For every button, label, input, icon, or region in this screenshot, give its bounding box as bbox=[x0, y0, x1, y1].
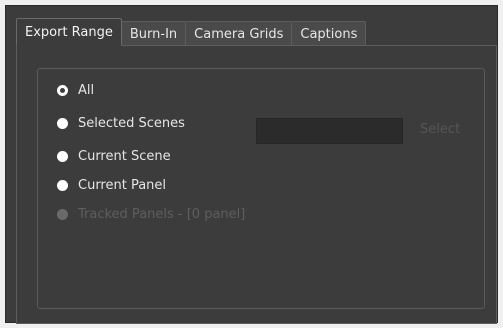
radio-tracked-panels-label: Tracked Panels - [0 panel] bbox=[78, 207, 246, 222]
radio-all[interactable]: All bbox=[57, 83, 94, 98]
radio-selected-scenes[interactable]: Selected Scenes bbox=[57, 116, 185, 131]
radio-current-panel-label: Current Panel bbox=[78, 178, 167, 193]
radio-current-panel[interactable]: Current Panel bbox=[57, 178, 166, 193]
selected-scenes-field[interactable] bbox=[256, 118, 403, 144]
radio-disabled-icon bbox=[57, 209, 68, 220]
radio-selected-scenes-label: Selected Scenes bbox=[78, 116, 185, 131]
range-group-box: All Selected Scenes Select Current Scene… bbox=[37, 68, 485, 309]
radio-unchecked-icon bbox=[57, 180, 68, 191]
select-button[interactable]: Select bbox=[420, 122, 460, 137]
radio-unchecked-icon bbox=[57, 151, 68, 162]
tab-bar: Export Range Burn-In Camera Grids Captio… bbox=[16, 18, 367, 46]
tab-captions[interactable]: Captions bbox=[291, 21, 367, 46]
dialog-body: Export Range Burn-In Camera Grids Captio… bbox=[5, 5, 498, 324]
radio-unchecked-icon bbox=[57, 118, 68, 129]
radio-all-label: All bbox=[78, 83, 95, 98]
tab-export-range[interactable]: Export Range bbox=[16, 18, 122, 46]
tab-camera-grids[interactable]: Camera Grids bbox=[185, 21, 293, 46]
radio-checked-icon bbox=[57, 85, 68, 96]
radio-tracked-panels[interactable]: Tracked Panels - [0 panel] bbox=[57, 207, 245, 222]
radio-current-scene[interactable]: Current Scene bbox=[57, 149, 171, 164]
export-range-panel: All Selected Scenes Select Current Scene… bbox=[16, 45, 497, 324]
export-dialog: Export Range Burn-In Camera Grids Captio… bbox=[0, 0, 503, 328]
radio-current-scene-label: Current Scene bbox=[78, 149, 171, 164]
tab-burn-in[interactable]: Burn-In bbox=[120, 21, 187, 46]
